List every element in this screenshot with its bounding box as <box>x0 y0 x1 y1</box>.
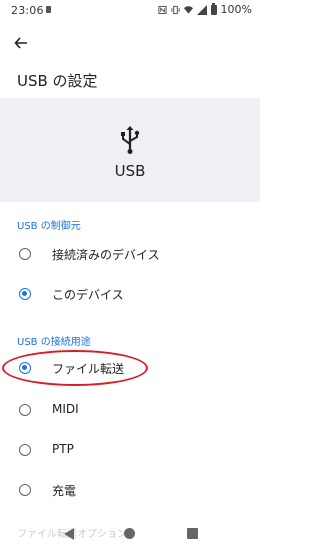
battery-percent: 100% <box>220 3 252 16</box>
sim-card-icon <box>46 6 51 13</box>
app-bar: USB の設定 <box>0 22 260 110</box>
nfc-icon <box>157 5 167 14</box>
usb-icon <box>121 126 140 154</box>
option-label: PTP <box>52 442 74 456</box>
radio-button[interactable] <box>19 248 31 260</box>
nav-recents-icon[interactable] <box>187 528 198 539</box>
option-ptp[interactable]: PTP <box>0 432 260 472</box>
option-label: ファイル転送 <box>52 362 125 376</box>
radio-button[interactable] <box>19 404 31 416</box>
option-label: MIDI <box>52 402 79 416</box>
wifi-icon <box>183 5 193 14</box>
option-label: 接続済みのデバイス <box>52 248 160 262</box>
status-icons: 100% <box>157 2 252 16</box>
signal-icon <box>196 4 207 15</box>
radio-button-checked[interactable] <box>19 362 31 374</box>
option-label: このデバイス <box>52 288 124 302</box>
section-title-usage: USB の接続用途 <box>17 337 91 348</box>
battery-icon <box>210 2 217 15</box>
option-label: 充電 <box>52 484 77 498</box>
section-title-controller: USB の制御元 <box>17 221 81 232</box>
nav-back-icon[interactable] <box>64 528 74 540</box>
nav-home-icon[interactable] <box>124 528 135 539</box>
navigation-bar: ファイル転送オプション <box>0 518 260 550</box>
usb-header: USB <box>0 98 260 202</box>
option-midi[interactable]: MIDI <box>0 392 260 432</box>
option-connected-device[interactable]: 接続済みのデバイス <box>0 236 260 276</box>
page-title: USB の設定 <box>17 72 98 90</box>
arrow-back-icon <box>14 37 27 49</box>
status-bar: 23:06 100% <box>0 0 260 22</box>
status-time: 23:06 <box>11 4 44 17</box>
radio-button-checked[interactable] <box>19 288 31 300</box>
option-this-device[interactable]: このデバイス <box>0 276 260 316</box>
option-charging[interactable]: 充電 <box>0 472 260 512</box>
usb-label: USB <box>114 162 146 180</box>
radio-button[interactable] <box>19 444 31 456</box>
back-button[interactable] <box>10 32 32 54</box>
vibrate-icon <box>170 5 180 14</box>
option-file-transfer[interactable]: ファイル転送 <box>0 350 260 390</box>
radio-button[interactable] <box>19 484 31 496</box>
